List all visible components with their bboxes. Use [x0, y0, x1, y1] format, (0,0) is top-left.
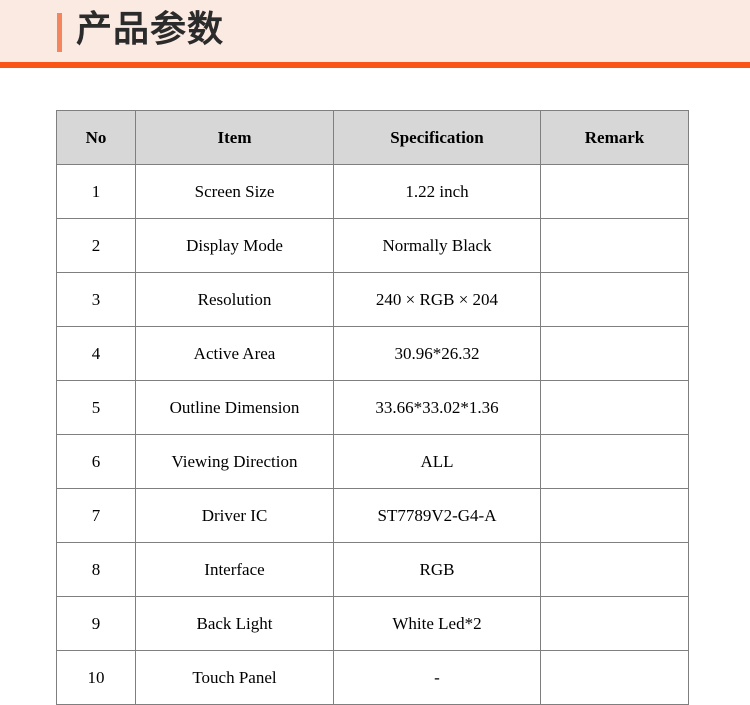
cell-remark: [540, 650, 689, 705]
table-row: 2 Display Mode Normally Black: [56, 218, 689, 273]
column-header-specification: Specification: [333, 110, 541, 165]
spec-table-container: No Item Specification Remark 1 Screen Si…: [56, 110, 689, 705]
product-parameters-table: No Item Specification Remark 1 Screen Si…: [56, 110, 689, 705]
cell-no: 7: [56, 488, 136, 543]
cell-remark: [540, 218, 689, 273]
cell-spec: Normally Black: [333, 218, 541, 273]
cell-spec: 30.96*26.32: [333, 326, 541, 381]
column-header-item: Item: [135, 110, 334, 165]
cell-no: 1: [56, 164, 136, 219]
table-row: 5 Outline Dimension 33.66*33.02*1.36: [56, 380, 689, 435]
page-header: 产品参数: [0, 0, 750, 68]
table-row: 3 Resolution 240 × RGB × 204: [56, 272, 689, 327]
cell-spec: ALL: [333, 434, 541, 489]
cell-no: 8: [56, 542, 136, 597]
cell-remark: [540, 434, 689, 489]
cell-no: 5: [56, 380, 136, 435]
cell-remark: [540, 164, 689, 219]
header-accent-bar: [57, 13, 62, 52]
cell-remark: [540, 488, 689, 543]
table-row: 6 Viewing Direction ALL: [56, 434, 689, 489]
cell-item: Driver IC: [135, 488, 334, 543]
cell-no: 9: [56, 596, 136, 651]
table-row: 10 Touch Panel -: [56, 650, 689, 705]
table-row: 1 Screen Size 1.22 inch: [56, 164, 689, 219]
column-header-no: No: [56, 110, 136, 165]
cell-remark: [540, 542, 689, 597]
table-row: 4 Active Area 30.96*26.32: [56, 326, 689, 381]
cell-no: 10: [56, 650, 136, 705]
cell-remark: [540, 596, 689, 651]
column-header-remark: Remark: [540, 110, 689, 165]
cell-item: Viewing Direction: [135, 434, 334, 489]
table-row: 7 Driver IC ST7789V2-G4-A: [56, 488, 689, 543]
cell-no: 2: [56, 218, 136, 273]
cell-spec: ST7789V2-G4-A: [333, 488, 541, 543]
cell-item: Active Area: [135, 326, 334, 381]
cell-spec: RGB: [333, 542, 541, 597]
table-row: 8 Interface RGB: [56, 542, 689, 597]
cell-item: Back Light: [135, 596, 334, 651]
cell-item: Screen Size: [135, 164, 334, 219]
cell-item: Display Mode: [135, 218, 334, 273]
cell-spec: White Led*2: [333, 596, 541, 651]
cell-spec: 1.22 inch: [333, 164, 541, 219]
cell-no: 6: [56, 434, 136, 489]
cell-remark: [540, 272, 689, 327]
cell-item: Resolution: [135, 272, 334, 327]
cell-spec: -: [333, 650, 541, 705]
page-title: 产品参数: [76, 8, 225, 49]
table-body: 1 Screen Size 1.22 inch 2 Display Mode N…: [56, 164, 689, 705]
table-row: 9 Back Light White Led*2: [56, 596, 689, 651]
cell-remark: [540, 326, 689, 381]
cell-no: 4: [56, 326, 136, 381]
table-header: No Item Specification Remark: [56, 110, 689, 165]
cell-spec: 240 × RGB × 204: [333, 272, 541, 327]
cell-item: Outline Dimension: [135, 380, 334, 435]
cell-remark: [540, 380, 689, 435]
cell-item: Touch Panel: [135, 650, 334, 705]
table-header-row: No Item Specification Remark: [56, 110, 689, 165]
cell-no: 3: [56, 272, 136, 327]
cell-item: Interface: [135, 542, 334, 597]
cell-spec: 33.66*33.02*1.36: [333, 380, 541, 435]
